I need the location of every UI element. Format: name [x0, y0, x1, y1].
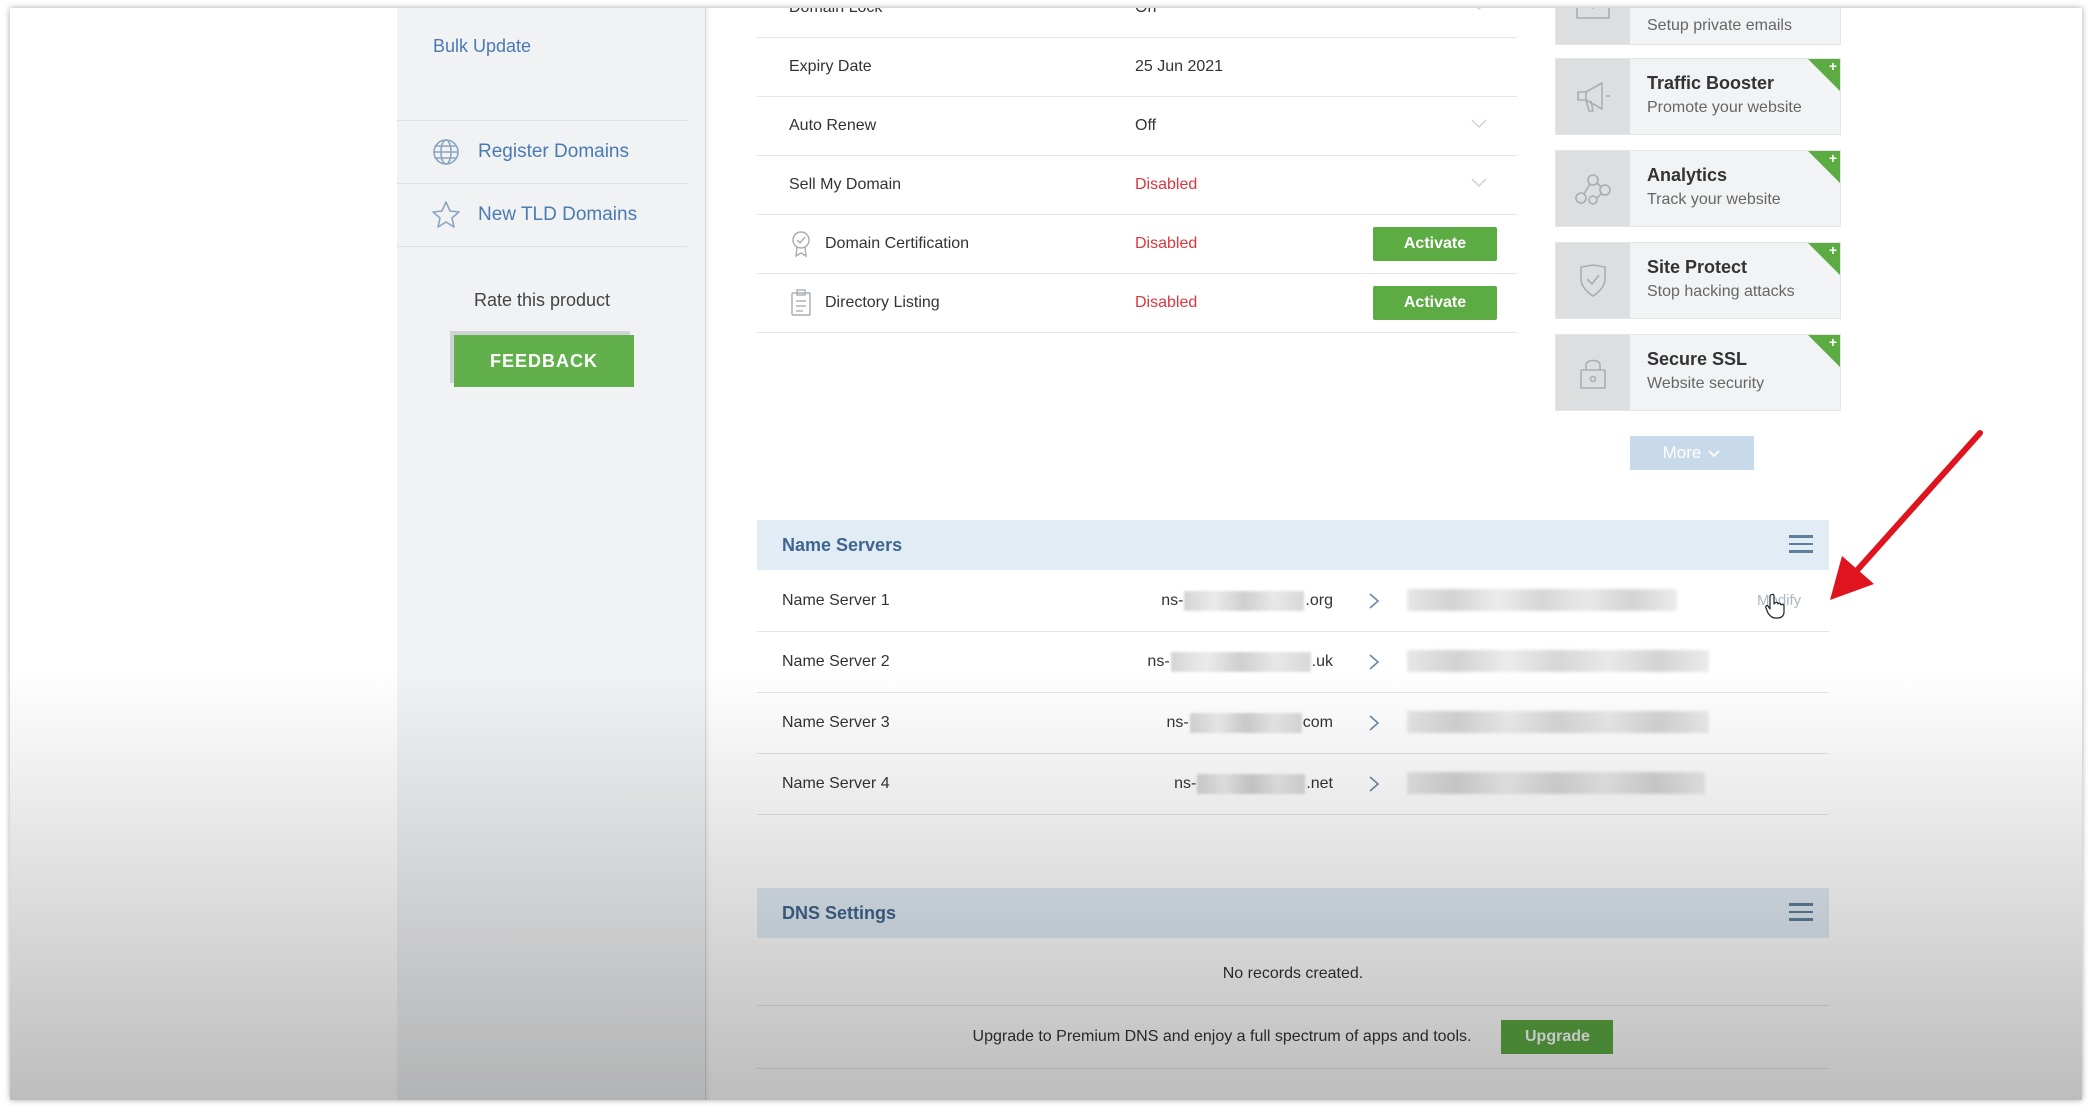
- activate-directory-button[interactable]: Activate: [1373, 286, 1497, 320]
- feedback-button[interactable]: FEEDBACK: [454, 335, 634, 387]
- plus-icon: +: [1808, 151, 1840, 183]
- name-server-ip: [1407, 589, 1677, 611]
- name-server-hostname: ns- .org: [1161, 590, 1333, 611]
- detail-row-auto-renew[interactable]: Auto Renew Off: [757, 97, 1517, 156]
- menu-icon[interactable]: [1789, 903, 1813, 923]
- sidebar-nav: Register Domains New TLD Domains: [397, 120, 687, 247]
- detail-label: Directory Listing: [825, 294, 940, 311]
- promo-card-secure-ssl[interactable]: Secure SSL Website security +: [1555, 334, 1841, 411]
- chevron-down-icon[interactable]: [1471, 119, 1487, 129]
- hand-cursor-icon: [1765, 593, 1785, 619]
- name-server-ip: [1407, 711, 1709, 733]
- name-server-label: Name Server 4: [782, 774, 890, 792]
- plus-icon: +: [1808, 335, 1840, 367]
- bulk-update-link[interactable]: Bulk Update: [433, 36, 531, 57]
- lock-icon: [1556, 335, 1630, 410]
- chevron-right-icon: [1369, 776, 1380, 792]
- promo-card-title: Secure SSL: [1647, 349, 1748, 369]
- megaphone-icon: [1556, 59, 1630, 134]
- activate-certification-button[interactable]: Activate: [1373, 227, 1497, 261]
- sidebar-item-register-domains[interactable]: Register Domains: [397, 120, 687, 183]
- detail-value: Disabled: [1135, 235, 1198, 252]
- certificate-icon: [789, 230, 813, 258]
- sidebar-item-label: New TLD Domains: [478, 204, 638, 225]
- name-server-hostname: ns- .uk: [1147, 651, 1333, 672]
- detail-label: Sell My Domain: [789, 176, 902, 193]
- detail-value: On: [1135, 8, 1156, 37]
- promo-card-subtitle: Promote your website: [1647, 99, 1802, 116]
- browser-viewport: Bulk Update Register Domains New TLD Dom…: [10, 8, 2082, 1100]
- name-server-ip: [1407, 772, 1705, 794]
- detail-value: Disabled: [1135, 176, 1198, 193]
- name-servers-header: Name Servers: [757, 520, 1829, 570]
- chevron-right-icon: [1369, 654, 1380, 670]
- rate-product-label: Rate this product: [473, 290, 611, 310]
- section-title: Name Servers: [782, 534, 903, 555]
- chevron-right-icon: [1369, 593, 1380, 609]
- promo-card-traffic-booster[interactable]: Traffic Booster Promote your website +: [1555, 58, 1841, 135]
- dns-settings-header: DNS Settings: [757, 888, 1829, 938]
- promo-card-analytics[interactable]: Analytics Track your website +: [1555, 150, 1841, 227]
- chevron-down-icon[interactable]: [1471, 8, 1487, 11]
- sidebar-item-label: Register Domains: [478, 141, 629, 162]
- chevron-down-icon[interactable]: [1471, 178, 1487, 188]
- upgrade-text: Upgrade to Premium DNS and enjoy a full …: [972, 1028, 1472, 1045]
- detail-value: Disabled: [1135, 294, 1198, 311]
- name-server-hostname: ns- .net: [1174, 773, 1333, 794]
- detail-value: Off: [1135, 117, 1157, 134]
- envelope-icon: [1556, 8, 1630, 44]
- detail-label-group: Domain Certification: [789, 215, 969, 273]
- detail-row-expiry-date: Expiry Date 25 Jun 2021: [757, 38, 1517, 97]
- plus-icon: +: [1808, 59, 1840, 91]
- section-title: DNS Settings: [782, 902, 897, 923]
- promo-card-title: Traffic Booster: [1647, 73, 1775, 93]
- nodes-icon: [1556, 151, 1630, 226]
- dns-upgrade-row: Upgrade to Premium DNS and enjoy a full …: [757, 1006, 1829, 1069]
- detail-label: Domain Lock: [789, 8, 882, 37]
- promo-card-subtitle: Stop hacking attacks: [1647, 283, 1795, 300]
- promo-card-title: Site Protect: [1647, 257, 1748, 277]
- shield-icon: [1556, 243, 1630, 318]
- name-server-hostname: ns-com: [1166, 712, 1333, 733]
- name-server-row: Name Server 1 ns- .org Modify: [757, 570, 1829, 632]
- promo-card-subtitle: Website security: [1647, 375, 1765, 392]
- plus-icon: +: [1808, 243, 1840, 275]
- dns-empty-message: No records created.: [757, 943, 1829, 1006]
- detail-row-sell-my-domain[interactable]: Sell My Domain Disabled: [757, 156, 1517, 215]
- sidebar: Bulk Update Register Domains New TLD Dom…: [397, 8, 711, 1100]
- clipboard-icon: [789, 289, 813, 317]
- promo-card-private-email[interactable]: Setup private emails: [1555, 8, 1841, 45]
- more-button[interactable]: More: [1630, 436, 1754, 470]
- detail-row-domain-lock[interactable]: Domain Lock On: [757, 8, 1517, 38]
- promo-card-title: Analytics: [1647, 165, 1728, 185]
- detail-label: Domain Certification: [825, 235, 970, 252]
- annotation-arrow-icon: [1830, 430, 1983, 600]
- detail-row-domain-certification: Domain Certification Disabled Activate: [757, 215, 1517, 274]
- detail-label: Expiry Date: [789, 58, 872, 75]
- name-server-ip: [1407, 650, 1709, 672]
- promo-card-subtitle: Track your website: [1647, 191, 1781, 208]
- upgrade-button[interactable]: Upgrade: [1501, 1020, 1614, 1054]
- chevron-down-icon: [1708, 450, 1720, 458]
- detail-label-group: Directory Listing: [789, 274, 940, 332]
- chevron-right-icon: [1369, 715, 1380, 731]
- name-server-label: Name Server 3: [782, 713, 890, 731]
- sidebar-item-new-tld-domains[interactable]: New TLD Domains: [397, 183, 687, 247]
- promo-card-site-protect[interactable]: Site Protect Stop hacking attacks +: [1555, 242, 1841, 319]
- promo-card-subtitle: Setup private emails: [1647, 17, 1792, 34]
- name-server-label: Name Server 1: [782, 591, 890, 609]
- more-label: More: [1662, 443, 1702, 462]
- name-server-label: Name Server 2: [782, 652, 890, 670]
- globe-icon: [431, 137, 461, 167]
- name-server-row: Name Server 4 ns- .net: [757, 753, 1829, 815]
- name-server-row: Name Server 3 ns-com: [757, 692, 1829, 754]
- name-server-row: Name Server 2 ns- .uk: [757, 631, 1829, 693]
- detail-value: 25 Jun 2021: [1135, 58, 1224, 75]
- detail-row-directory-listing: Directory Listing Disabled Activate: [757, 274, 1517, 333]
- star-icon: [431, 200, 461, 230]
- menu-icon[interactable]: [1789, 535, 1813, 555]
- detail-label: Auto Renew: [789, 117, 877, 134]
